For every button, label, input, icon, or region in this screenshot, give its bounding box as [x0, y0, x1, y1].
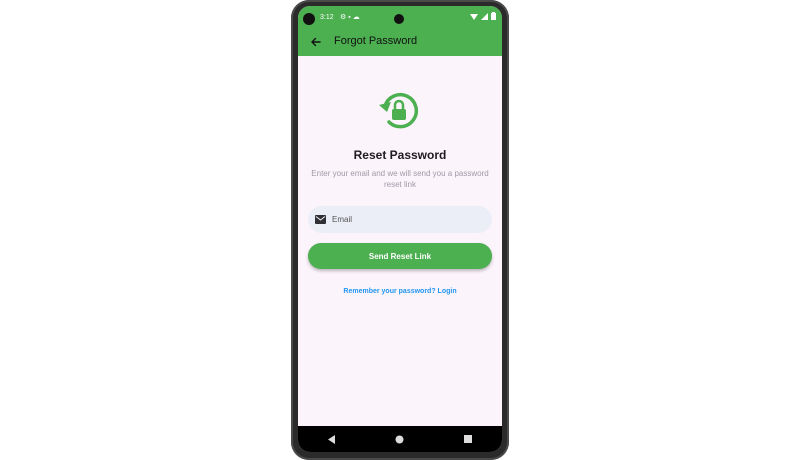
app-screen: 3:12 ⚙▪☁ Forgot Password Reset Password …: [298, 6, 502, 452]
status-left-icons: ⚙▪☁: [340, 13, 362, 21]
status-right-icons: [470, 12, 496, 20]
login-link[interactable]: Remember your password? Login: [298, 288, 502, 295]
camera-hole-left: [303, 13, 315, 25]
main-content: Reset Password Enter your email and we w…: [298, 56, 502, 426]
cloud-icon: ☁: [352, 14, 362, 21]
home-circle-icon[interactable]: [395, 435, 404, 444]
page-title: Forgot Password: [334, 35, 418, 47]
navigation-bar: [298, 426, 502, 452]
recents-square-icon[interactable]: [464, 435, 473, 443]
arrow-left-icon[interactable]: [310, 36, 322, 48]
phone-frame: 3:12 ⚙▪☁ Forgot Password Reset Password …: [291, 0, 509, 460]
reset-password-heading: Reset Password: [353, 148, 447, 162]
wifi-icon: [470, 13, 478, 20]
send-reset-link-button[interactable]: Send Reset Link: [308, 243, 492, 269]
battery-icon: [491, 12, 496, 20]
mail-icon: [315, 215, 326, 224]
camera-hole-center: [394, 14, 404, 24]
status-time: 3:12: [320, 14, 334, 21]
status-bar: 3:12 ⚙▪☁: [298, 6, 502, 28]
email-field[interactable]: [308, 206, 492, 233]
back-triangle-icon[interactable]: [327, 434, 336, 444]
reset-instructions: Enter your email and we will send you a …: [311, 169, 489, 189]
lock-reset-icon: [379, 92, 419, 129]
signal-icon: [481, 12, 488, 20]
email-input[interactable]: [332, 215, 482, 224]
app-bar: Forgot Password: [298, 28, 502, 56]
